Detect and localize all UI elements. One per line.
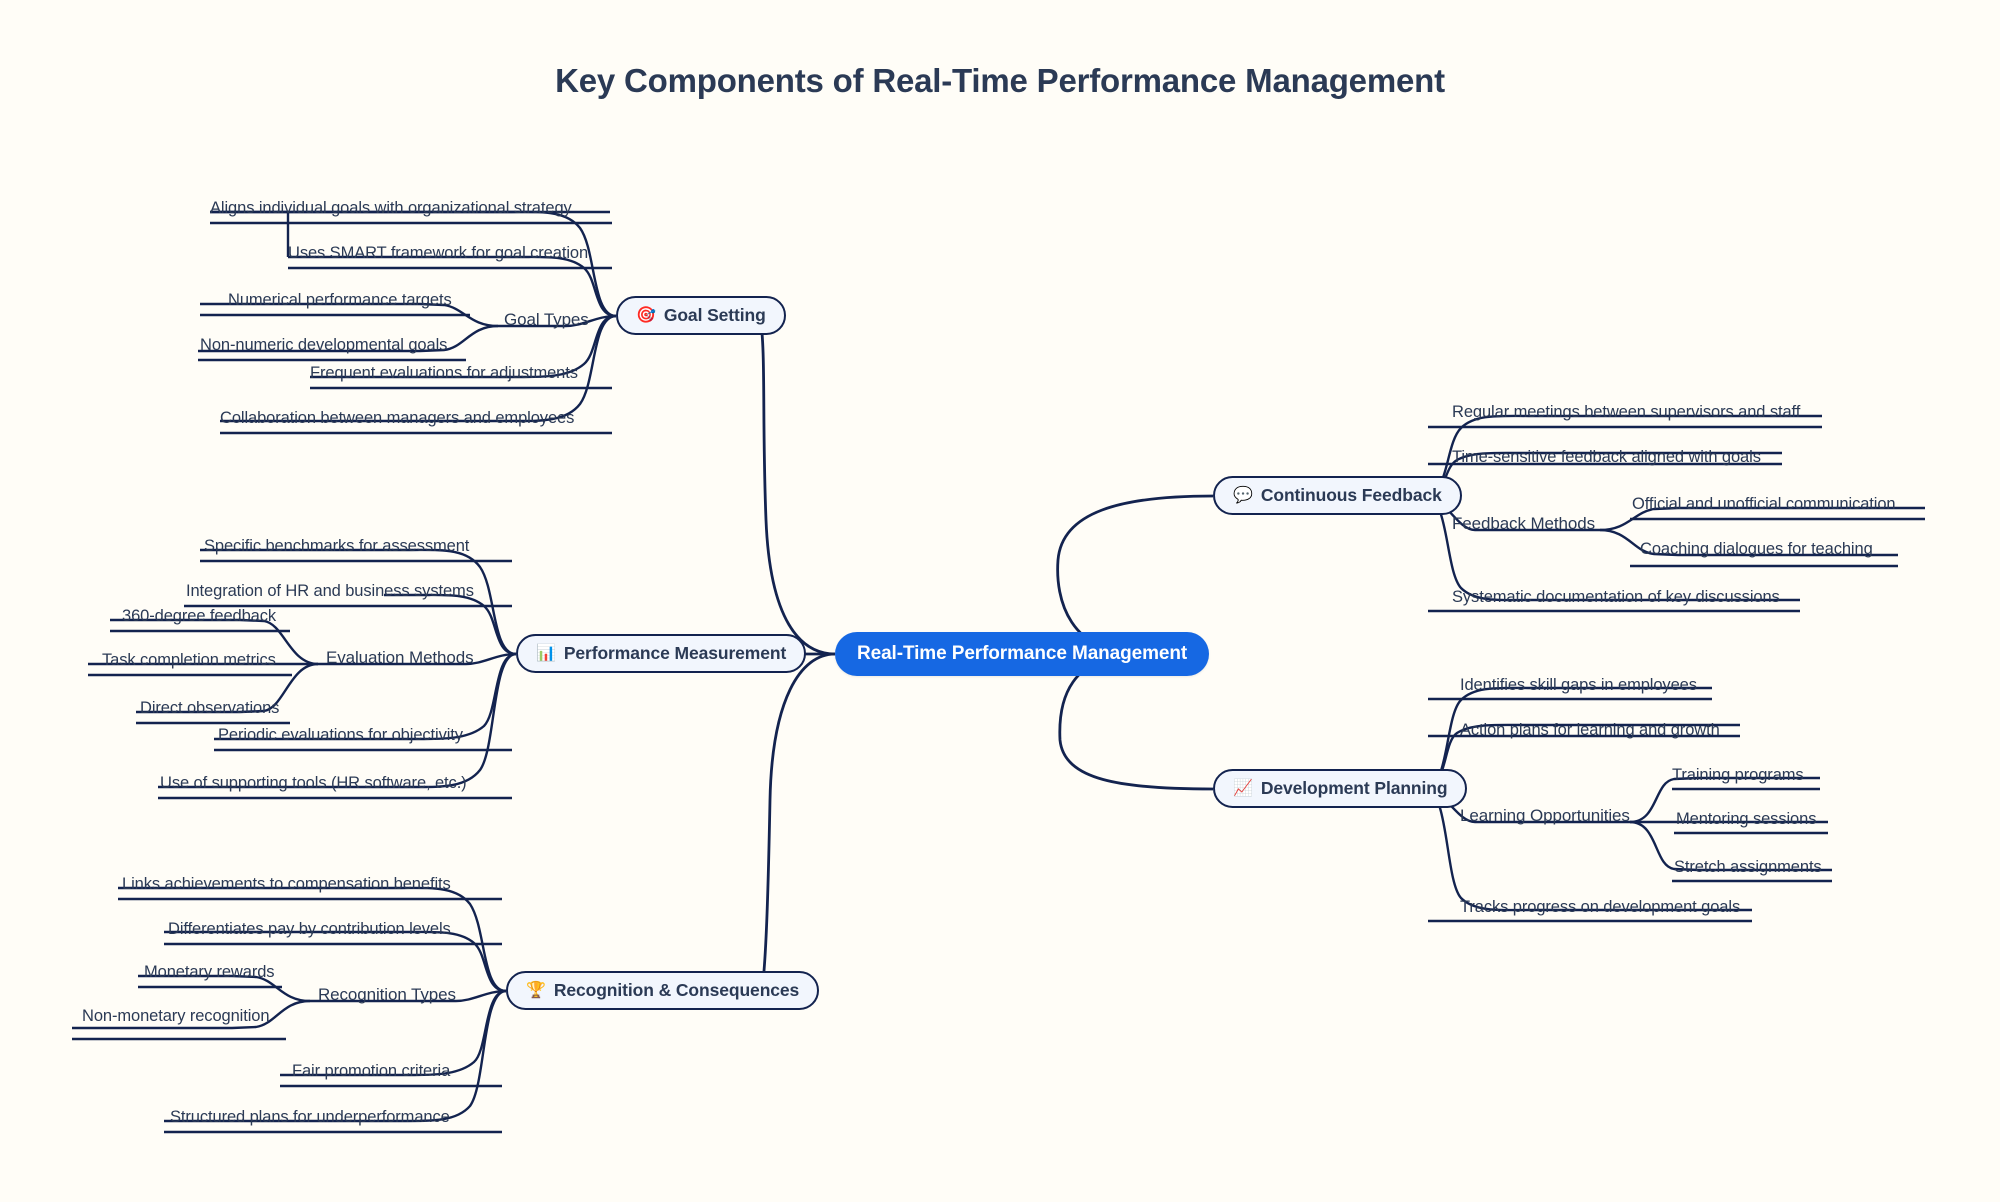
leaf-node[interactable]: Non-numeric developmental goals [200, 336, 447, 355]
leaf-node[interactable]: Periodic evaluations for objectivity [218, 726, 463, 745]
leaf-node[interactable]: Monetary rewards [144, 963, 275, 982]
leaf-node[interactable]: Differentiates pay by contribution level… [168, 920, 451, 939]
link-root-recognition [760, 652, 836, 992]
branch-node-continuous-feedback[interactable]: 💬 Continuous Feedback [1213, 476, 1462, 515]
sub-node-feedback-methods[interactable]: Feedback Methods [1452, 514, 1595, 534]
target-icon: 🎯 [636, 306, 656, 324]
mindmap-canvas: Key Components of Real-Time Performance … [0, 0, 2000, 1202]
branch-node-recognition-consequences[interactable]: 🏆 Recognition & Consequences [506, 971, 820, 1010]
link-pm-1 [200, 548, 517, 656]
trophy-icon: 🏆 [526, 981, 546, 999]
leaf-node[interactable]: Regular meetings between supervisors and… [1452, 403, 1800, 422]
leaf-node[interactable]: Frequent evaluations for adjustments [310, 364, 578, 383]
leaf-node[interactable]: Coaching dialogues for teaching [1640, 540, 1873, 559]
branch-label-development-planning: Development Planning [1260, 778, 1448, 798]
leaf-node[interactable]: Use of supporting tools (HR software, et… [160, 774, 467, 793]
leaf-node[interactable]: Training programs [1672, 766, 1804, 785]
leaf-node[interactable]: Tracks progress on development goals [1460, 898, 1740, 917]
chart-increasing-icon: 📈 [1233, 779, 1253, 797]
leaf-node[interactable]: Stretch assignments [1674, 858, 1822, 877]
sub-node-evaluation-methods[interactable]: Evaluation Methods [326, 648, 474, 668]
leaf-node[interactable]: Direct observations [140, 699, 279, 718]
link-pm-5 [158, 652, 517, 789]
leaf-node[interactable]: Aligns individual goals with organizatio… [210, 199, 572, 218]
branch-label-performance-measurement: Performance Measurement [563, 643, 787, 663]
leaf-node[interactable]: Non-monetary recognition [82, 1007, 270, 1026]
sub-node-recognition-types[interactable]: Recognition Types [318, 985, 456, 1005]
link-root-continuous-feedback [1056, 494, 1214, 656]
page-title: Key Components of Real-Time Performance … [555, 62, 1445, 99]
leaf-node[interactable]: Numerical performance targets [228, 291, 452, 310]
bar-chart-icon: 📊 [536, 644, 556, 662]
leaf-node[interactable]: Time-sensitive feedback aligned with goa… [1452, 448, 1761, 467]
leaf-node[interactable]: Task completion metrics [102, 651, 276, 670]
link-root-goal-setting [758, 315, 836, 656]
leaf-node[interactable]: Systematic documentation of key discussi… [1452, 588, 1780, 607]
leaf-node[interactable]: Specific benchmarks for assessment [204, 537, 469, 556]
branch-label-continuous-feedback: Continuous Feedback [1260, 485, 1442, 505]
leaf-node[interactable]: Links achievements to compensation benef… [122, 875, 451, 894]
leaf-node[interactable]: Fair promotion criteria [292, 1062, 450, 1081]
leaf-node[interactable]: 360-degree feedback [122, 607, 276, 626]
branch-label-goal-setting: Goal Setting [663, 305, 766, 325]
branch-node-goal-setting[interactable]: 🎯 Goal Setting [616, 296, 786, 335]
root-node[interactable]: Real-Time Performance Management [835, 632, 1210, 676]
sub-node-goal-types[interactable]: Goal Types [504, 310, 589, 330]
link-pm-2 [384, 593, 517, 656]
leaf-node[interactable]: Uses SMART framework for goal creation [288, 244, 588, 263]
leaf-node[interactable]: Official and unofficial communication [1632, 495, 1896, 514]
sub-node-learning-opportunities[interactable]: Learning Opportunities [1460, 806, 1630, 826]
branch-node-development-planning[interactable]: 📈 Development Planning [1213, 769, 1468, 808]
leaf-node[interactable]: Mentoring sessions [1676, 810, 1816, 829]
leaf-node[interactable]: Action plans for learning and growth [1460, 721, 1720, 740]
leaf-node[interactable]: Integration of HR and business systems [186, 582, 474, 601]
leaf-node[interactable]: Identifies skill gaps in employees [1460, 676, 1697, 695]
branch-node-performance-measurement[interactable]: 📊 Performance Measurement [516, 634, 807, 673]
link-rc-2 [164, 930, 507, 993]
branch-label-recognition-consequences: Recognition & Consequences [553, 980, 800, 1000]
leaf-node[interactable]: Collaboration between managers and emplo… [220, 409, 574, 428]
leaf-node[interactable]: Structured plans for underperformance [170, 1108, 450, 1127]
speech-bubble-icon: 💬 [1233, 486, 1253, 504]
